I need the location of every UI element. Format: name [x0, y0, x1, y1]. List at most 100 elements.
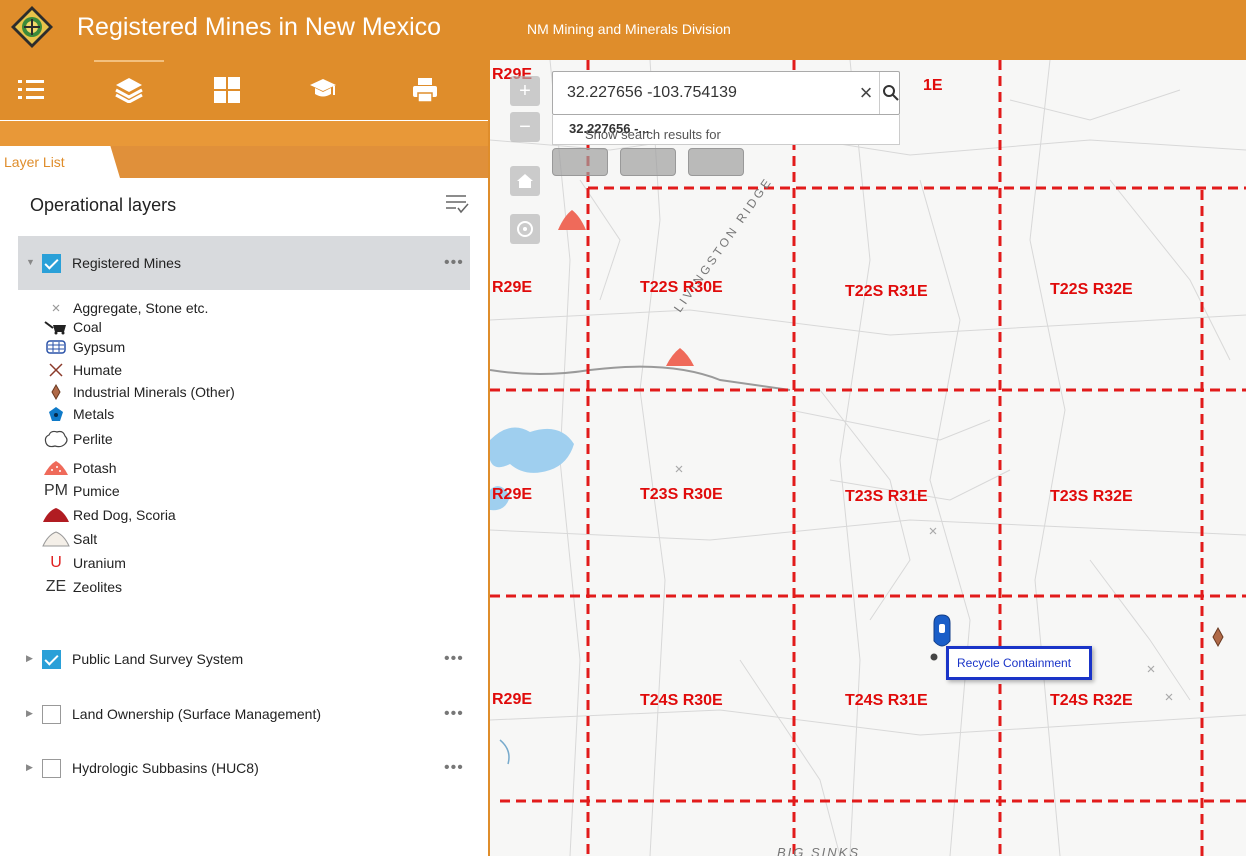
layer-list-body: Operational layers ▼ Registered Mines ••… — [0, 178, 488, 856]
bookmark-tool-button[interactable] — [688, 148, 744, 176]
my-location-button[interactable] — [510, 214, 540, 244]
township-label: T22S R31E — [845, 283, 928, 300]
operational-layers-title: Operational layers — [30, 195, 177, 215]
app-title: Registered Mines in New Mexico — [77, 13, 442, 41]
pumice-icon: PM — [44, 482, 68, 499]
perlite-icon — [40, 428, 72, 450]
humate-icon — [40, 359, 72, 381]
more-options-icon[interactable]: ••• — [444, 650, 464, 668]
nm-mmd-logo-icon — [11, 6, 53, 48]
legend-icon — [18, 80, 44, 99]
legend-item: U Uranium — [40, 552, 460, 574]
widget-toolbar — [0, 60, 488, 120]
measure-tool-button[interactable] — [552, 148, 608, 176]
popup-label: Recycle Containment — [957, 656, 1072, 670]
locate-icon — [517, 221, 533, 237]
caret-down-icon[interactable]: ▼ — [26, 257, 35, 267]
layer-label: Public Land Survey System — [72, 651, 244, 667]
layer-label: Hydrologic Subbasins (HUC8) — [72, 760, 259, 776]
legend-item: Perlite — [40, 428, 460, 450]
side-panel: Layer List Operational layers ▼ Register… — [0, 60, 490, 856]
township-label: T24S R30E — [640, 692, 723, 709]
zeolite-icon: ZE — [45, 578, 67, 595]
print-icon — [413, 78, 437, 103]
panel-tab-bar: Layer List — [0, 146, 488, 178]
layer-list-button[interactable] — [112, 73, 146, 107]
layer-row-land-ownership[interactable]: ▶ Land Ownership (Surface Management) ••… — [18, 687, 470, 741]
more-options-icon[interactable]: ••• — [444, 254, 464, 272]
layer-checkbox-hydrologic-subbasins[interactable] — [42, 759, 61, 778]
zoom-out-button[interactable]: − — [510, 112, 540, 142]
legend-label: Humate — [73, 362, 123, 378]
layer-checkbox-plss[interactable] — [42, 650, 61, 669]
legend-item: Salt — [40, 528, 460, 550]
legend-item: Metals — [40, 403, 460, 425]
layer-checkbox-land-ownership[interactable] — [42, 705, 61, 724]
township-label: T23S R31E — [845, 488, 928, 505]
township-label: T24S R31E — [845, 692, 928, 709]
search-widget: × — [552, 71, 900, 115]
layer-row-registered-mines[interactable]: ▼ Registered Mines ••• — [18, 236, 470, 290]
township-label: T24S R32E — [1050, 692, 1133, 709]
legend-item: Coal — [40, 316, 460, 338]
draw-tool-button[interactable] — [620, 148, 676, 176]
caret-right-icon[interactable]: ▶ — [26, 708, 33, 719]
legend-button[interactable] — [14, 73, 48, 107]
township-label: T23S R32E — [1050, 488, 1133, 505]
legend-label: Gypsum — [73, 339, 126, 355]
layer-label: Land Ownership (Surface Management) — [72, 706, 322, 722]
legend-label: Metals — [73, 406, 115, 422]
caret-right-icon[interactable]: ▶ — [26, 653, 33, 664]
suggestion-text: Show search results for 32.227656 -... — [569, 121, 721, 142]
potash-pile-icon — [40, 457, 72, 479]
feature-popup[interactable]: Recycle Containment — [946, 646, 1092, 680]
layer-row-plss[interactable]: ▶ Public Land Survey System ••• — [18, 632, 470, 686]
layer-options-button[interactable] — [444, 192, 472, 218]
map-view[interactable]: LIVINGSTON RIDGE BIG SINKS R29E 1E R29E … — [490, 60, 1246, 856]
coal-cart-icon — [40, 316, 72, 338]
search-input[interactable] — [553, 72, 853, 114]
plus-icon: + — [519, 79, 531, 102]
diamond-icon — [40, 381, 72, 403]
more-options-icon[interactable]: ••• — [444, 705, 464, 723]
legend-label: Zeolites — [73, 579, 123, 595]
legend-item: Humate — [40, 359, 460, 381]
layer-label: Registered Mines — [72, 255, 181, 271]
print-button[interactable] — [408, 73, 442, 107]
township-label: T22S R30E — [640, 279, 723, 296]
about-icon — [310, 79, 336, 97]
legend-label: Potash — [73, 460, 117, 476]
legend-item: Red Dog, Scoria — [40, 504, 460, 526]
search-icon — [882, 85, 899, 101]
close-icon: × — [859, 80, 873, 105]
legend-label: Red Dog, Scoria — [73, 507, 176, 523]
legend-label: Aggregate, Stone etc. — [73, 300, 209, 316]
more-options-icon[interactable]: ••• — [444, 759, 464, 777]
search-button[interactable] — [879, 72, 901, 114]
about-button[interactable] — [306, 73, 340, 107]
layer-row-hydrologic-subbasins[interactable]: ▶ Hydrologic Subbasins (HUC8) ••• — [18, 741, 470, 795]
pentagon-icon — [40, 403, 72, 425]
layer-checkbox-registered-mines[interactable] — [42, 254, 61, 273]
search-suggestion[interactable]: Show search results for 32.227656 -... — [552, 115, 900, 145]
legend-label: Pumice — [73, 483, 120, 499]
basemap-gallery-button[interactable] — [210, 73, 244, 107]
zoom-in-button[interactable]: + — [510, 76, 540, 106]
app-subtitle: NM Mining and Minerals Division — [527, 21, 731, 37]
township-label: R29E — [492, 691, 533, 708]
home-button[interactable] — [510, 166, 540, 196]
legend-label: Salt — [73, 531, 98, 547]
tab-layer-list[interactable]: Layer List — [0, 146, 120, 178]
clear-search-button[interactable]: × — [853, 80, 879, 106]
legend-item: Potash — [40, 457, 460, 479]
home-icon — [517, 174, 533, 188]
legend-label: Coal — [73, 319, 102, 335]
tab-layer-list-label: Layer List — [4, 154, 65, 170]
caret-right-icon[interactable]: ▶ — [26, 762, 33, 773]
township-label: T23S R30E — [640, 486, 723, 503]
legend-item: PM Pumice — [40, 480, 460, 502]
active-tool-indicator — [94, 60, 164, 62]
township-label: T22S R32E — [1050, 281, 1133, 298]
legend-label: Industrial Minerals (Other) — [73, 384, 235, 400]
suggestion-prefix: Show search results for — [585, 127, 721, 142]
